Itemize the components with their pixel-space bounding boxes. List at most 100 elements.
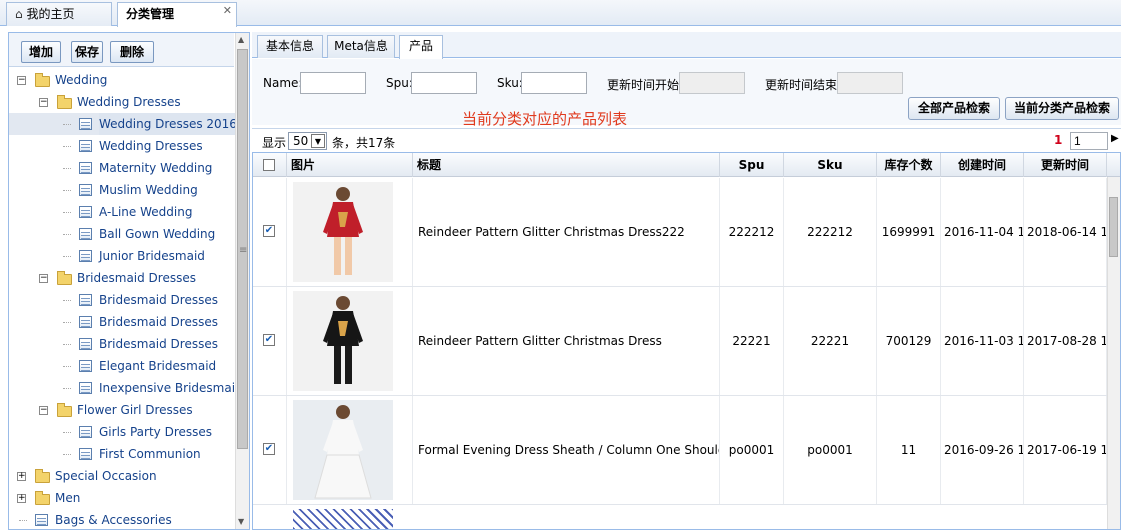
update-start-input[interactable] [679,72,745,94]
next-page-icon[interactable]: ▶ [1111,133,1119,144]
row-checkbox[interactable]: ✔ [263,443,275,455]
tree-connector [63,344,71,345]
tree-connector [19,520,27,521]
table-row[interactable]: ✔ Reindeer Pattern Glitter Christmas Dres… [253,287,1108,396]
search-all-products-button[interactable]: 全部产品检索 [908,97,1000,120]
page-icon [79,426,92,438]
row-checkbox[interactable]: ✔ [263,334,275,346]
table-row[interactable] [253,505,1108,529]
tree-connector [63,454,71,455]
page-icon [79,448,92,460]
name-label: Name: [263,76,303,90]
header-sku[interactable]: Sku [784,153,877,177]
table-row[interactable]: ✔ Reindeer Pattern Glitter Christmas Dres… [253,178,1108,287]
tab-home[interactable]: ⌂ 我的主页 [6,2,112,26]
product-image[interactable] [293,182,393,282]
pagination-bar: 显示 50 ▼ 条，共17条 1 ▶ [252,128,1121,152]
tree-node-label: Elegant Bridesmaid [99,359,217,373]
image-cell [287,287,413,395]
collapse-icon[interactable]: − [39,406,48,415]
header-updated[interactable]: 更新时间 [1024,153,1107,177]
name-input[interactable] [300,72,366,94]
header-created[interactable]: 创建时间 [941,153,1024,177]
scroll-up-icon[interactable]: ▲ [238,35,244,44]
grid-scrollbar[interactable] [1107,177,1120,529]
tab-basic-info[interactable]: 基本信息 [257,35,323,58]
expand-icon[interactable]: + [17,472,26,481]
tree-connector [63,432,71,433]
tree-node[interactable]: Girls Party Dresses [9,421,234,443]
product-created: 2016-11-04 18 [941,178,1024,286]
tree-node[interactable]: First Communion [9,443,234,465]
tree-node[interactable]: Bridesmaid Dresses [9,289,234,311]
tree-node[interactable]: Wedding Dresses 2016 [9,113,237,135]
home-icon: ⌂ [15,7,23,21]
collapse-icon[interactable]: − [39,98,48,107]
tree-node[interactable]: Ball Gown Wedding [9,223,234,245]
tree-node[interactable]: Bags & Accessories [9,509,234,529]
close-icon[interactable]: ✕ [223,0,232,22]
tree-node[interactable]: + Special Occasion [9,465,234,487]
product-spu: 222212 [720,178,784,286]
product-updated: 2017-06-19 1 [1024,396,1107,504]
tree-node[interactable]: Maternity Wedding [9,157,234,179]
tab-products[interactable]: 产品 [399,35,443,59]
tree-connector [63,212,71,213]
page-input[interactable] [1070,132,1108,150]
tree-node[interactable]: + Men [9,487,234,509]
tree-node[interactable]: − Wedding Dresses [9,91,234,113]
tab-meta-info[interactable]: Meta信息 [327,35,395,58]
current-page-number[interactable]: 1 [1054,133,1062,147]
chevron-down-icon[interactable]: ▼ [311,134,325,148]
tree-node[interactable]: Elegant Bridesmaid [9,355,234,377]
folder-icon [35,491,50,505]
product-sku: 22221 [784,287,877,395]
tab-category-label: 分类管理 [126,7,175,21]
image-cell [287,396,413,504]
search-category-products-button[interactable]: 当前分类产品检索 [1005,97,1119,120]
tree-node[interactable]: Wedding Dresses [9,135,234,157]
collapse-icon[interactable]: − [39,274,48,283]
tree-node[interactable]: Bridesmaid Dresses [9,333,234,355]
tree-node[interactable]: − Flower Girl Dresses [9,399,234,421]
collapse-icon[interactable]: − [17,76,26,85]
tree-scrollbar[interactable]: ▲ ▼ [235,33,249,529]
row-checkbox[interactable]: ✔ [263,225,275,237]
product-image[interactable] [293,509,393,529]
tree-node[interactable]: − Wedding [9,69,234,91]
tree-node-label: Maternity Wedding [99,161,213,175]
product-stock: 11 [877,396,941,504]
header-image[interactable]: 图片 [287,153,413,177]
tree-node[interactable]: − Bridesmaid Dresses [9,267,234,289]
tree-connector [63,256,71,257]
page-icon [79,316,92,328]
grid-scroll-thumb[interactable] [1109,197,1118,257]
delete-button[interactable]: 删除 [110,41,154,63]
panel-splitter-handle[interactable]: ≡ [239,245,247,275]
spu-label: Spu: [386,76,413,90]
tree-node-label: Bridesmaid Dresses [99,315,218,329]
page-size-select[interactable]: 50 ▼ [288,132,327,150]
tree-node[interactable]: Inexpensive Bridesmaid [9,377,243,399]
save-button[interactable]: 保存 [71,41,103,63]
header-spu[interactable]: Spu [720,153,784,177]
tree-node[interactable]: Junior Bridesmaid [9,245,234,267]
tree-node[interactable]: A-Line Wedding [9,201,234,223]
select-all-checkbox[interactable] [263,159,275,171]
header-title[interactable]: 标题 [413,153,720,177]
tree-node[interactable]: Muslim Wedding [9,179,234,201]
tab-category-management[interactable]: 分类管理 ✕ [117,2,237,27]
header-stock[interactable]: 库存个数 [877,153,941,177]
sku-input[interactable] [521,72,587,94]
product-image[interactable] [293,400,393,500]
expand-icon[interactable]: + [17,494,26,503]
product-image[interactable] [293,291,393,391]
scroll-down-icon[interactable]: ▼ [238,517,244,526]
tree-node[interactable]: Bridesmaid Dresses [9,311,234,333]
update-end-input[interactable] [837,72,903,94]
tree-connector [63,234,71,235]
spu-input[interactable] [411,72,477,94]
page-icon [79,294,92,306]
add-button[interactable]: 增加 [21,41,61,63]
table-row[interactable]: ✔ Formal Evening Dress Sheath / Column On… [253,396,1108,505]
